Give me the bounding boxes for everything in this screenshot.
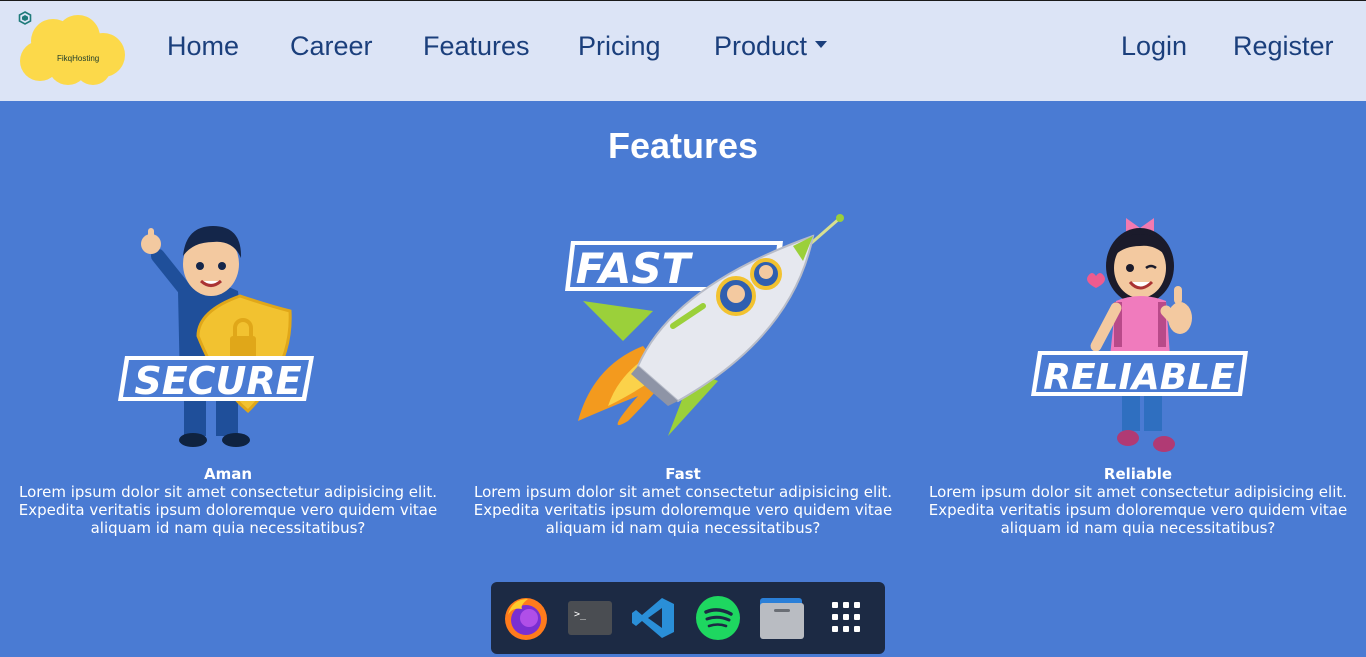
navbar: FikqHosting Home Career Features Pricing… <box>0 1 1366 101</box>
cloud-logo-icon <box>20 15 125 85</box>
nav-login-link[interactable]: Login <box>1121 31 1187 62</box>
nav-register-link[interactable]: Register <box>1233 31 1334 62</box>
files-icon[interactable] <box>758 595 806 641</box>
secure-illustration: SECURE <box>8 206 448 466</box>
feature-description: Lorem ipsum dolor sit amet consectetur a… <box>928 483 1348 537</box>
nav-product-dropdown[interactable]: Product <box>714 31 828 62</box>
businessman-shield-illustration: SECURE <box>118 226 314 447</box>
app-grid-icon[interactable] <box>822 595 870 641</box>
section-title: Features <box>607 125 759 166</box>
terminal-icon[interactable]: >_ <box>566 595 614 641</box>
feature-card-fast: FAST Fast Lorem ipsum dolor sit amet con… <box>463 206 903 537</box>
nav-features-link[interactable]: Features <box>423 31 530 62</box>
chevron-down-icon <box>815 41 828 49</box>
feature-title: Reliable <box>1103 465 1173 483</box>
taskbar-dock: >_ <box>491 582 885 654</box>
nav-home-link[interactable]: Home <box>167 31 239 62</box>
rocket-illustration: FAST <box>565 214 844 436</box>
feature-card-secure: SECURE Aman Lorem ipsum dolor sit amet c… <box>8 206 448 537</box>
feature-description: Lorem ipsum dolor sit amet consectetur a… <box>18 483 438 537</box>
girl-thumbs-up-illustration: RELIABLE <box>1031 218 1248 452</box>
nav-pricing-link[interactable]: Pricing <box>578 31 661 62</box>
reliable-badge-text: RELIABLE <box>1043 357 1235 398</box>
hexagon-logo-icon <box>18 11 32 25</box>
brand-logo[interactable]: FikqHosting <box>18 11 128 87</box>
nav-career-link[interactable]: Career <box>290 31 373 62</box>
feature-card-reliable: RELIABLE Reliable Lorem ipsum dolor sit … <box>918 206 1358 537</box>
vscode-icon[interactable] <box>630 595 678 641</box>
terminal-prompt-glyph: >_ <box>574 609 587 620</box>
feature-title: Fast <box>665 465 701 483</box>
firefox-icon[interactable] <box>502 595 550 641</box>
fast-illustration: FAST <box>463 206 903 466</box>
fast-badge-text: FAST <box>576 244 694 293</box>
feature-title: Aman <box>203 465 253 483</box>
secure-badge-text: SECURE <box>134 359 301 403</box>
brand-name: FikqHosting <box>57 54 100 63</box>
reliable-illustration: RELIABLE <box>918 206 1358 466</box>
feature-description: Lorem ipsum dolor sit amet consectetur a… <box>473 483 893 537</box>
nav-product-label: Product <box>714 31 808 61</box>
spotify-icon[interactable] <box>694 595 742 641</box>
